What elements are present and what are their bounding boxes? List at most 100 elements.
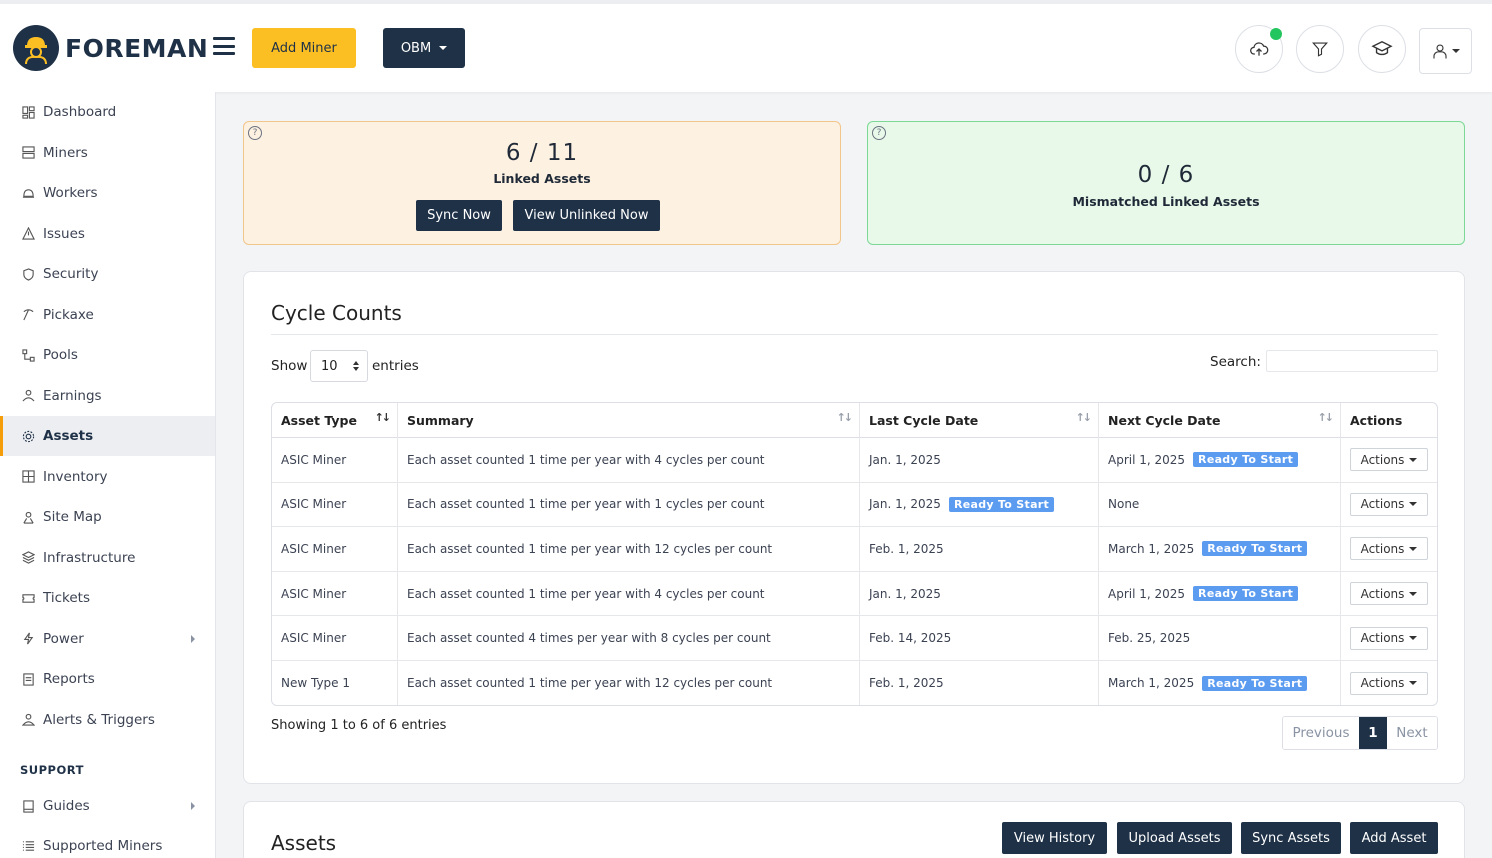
actions-dropdown-button[interactable]: Actions (1350, 626, 1428, 650)
summary-cell: Each asset counted 1 time per year with … (398, 438, 860, 482)
menu-toggle-icon[interactable] (213, 37, 235, 55)
add-asset-button[interactable]: Add Asset (1350, 822, 1438, 854)
column-next-cycle-date[interactable]: Next Cycle Date ↑↓ (1099, 403, 1341, 438)
support-heading: SUPPORT (20, 763, 84, 777)
sidebar-item-power[interactable]: Power (0, 619, 215, 659)
sidebar-item-tickets[interactable]: Tickets (0, 578, 215, 618)
actions-dropdown-button[interactable]: Actions (1350, 448, 1428, 472)
actions-label: Actions (1360, 676, 1405, 691)
search-input[interactable] (1266, 350, 1438, 372)
view-history-button[interactable]: View History (1002, 822, 1107, 854)
column-asset-type[interactable]: Asset Type ↑↓ (272, 403, 398, 438)
actions-cell: Actions (1341, 527, 1437, 571)
assets-title: Assets (271, 831, 337, 855)
column-summary[interactable]: Summary ↑↓ (398, 403, 860, 438)
actions-cell: Actions (1341, 616, 1437, 660)
linked-assets-label: Linked Assets (493, 171, 591, 186)
summary-cell: Each asset counted 1 time per year with … (398, 482, 860, 527)
add-miner-button[interactable]: Add Miner (252, 28, 356, 68)
actions-dropdown-button[interactable]: Actions (1350, 537, 1428, 561)
logo[interactable]: FOREMAN (13, 25, 208, 71)
actions-label: Actions (1360, 541, 1405, 556)
pickaxe-icon (21, 307, 36, 322)
warning-icon (21, 226, 36, 241)
page-1-button[interactable]: 1 (1359, 717, 1387, 749)
sidebar-item-label: Pools (43, 347, 78, 363)
sidebar-item-miners[interactable]: Miners (0, 133, 215, 173)
sidebar-item-pickaxe[interactable]: Pickaxe (0, 295, 215, 335)
sidebar-item-infrastructure[interactable]: Infrastructure (0, 538, 215, 578)
actions-dropdown-button[interactable]: Actions (1350, 671, 1428, 695)
sidebar-item-inventory[interactable]: Inventory (0, 457, 215, 497)
actions-cell: Actions (1341, 438, 1437, 482)
sidebar-item-issues[interactable]: Issues (0, 214, 215, 254)
bell-icon (21, 712, 36, 727)
actions-dropdown-button[interactable]: Actions (1350, 582, 1428, 606)
chevron-right-icon (191, 802, 195, 810)
cycle-counts-title: Cycle Counts (271, 301, 402, 325)
help-icon[interactable]: ? (248, 126, 262, 140)
sidebar-item-site-map[interactable]: Site Map (0, 497, 215, 537)
caret-down-icon (1409, 636, 1418, 641)
pagination: Previous 1 Next (1282, 716, 1438, 750)
sidebar-item-label: Miners (43, 144, 88, 161)
sidebar-item-assets[interactable]: Assets (0, 416, 215, 456)
user-icon (1433, 44, 1447, 59)
sync-assets-button[interactable]: Sync Assets (1241, 822, 1341, 854)
caret-down-icon (1452, 49, 1460, 53)
date-text: None (1108, 497, 1140, 512)
graduation-cap-icon (1371, 40, 1393, 56)
sidebar-item-pools[interactable]: Pools (0, 335, 215, 375)
asset-type-cell: ASIC Miner (272, 571, 398, 616)
sidebar-item-earnings[interactable]: Earnings (0, 376, 215, 416)
cycle-counts-table: Asset Type ↑↓ Summary ↑↓ Last Cycle Date… (271, 402, 1438, 706)
filter-button[interactable] (1296, 25, 1344, 73)
caret-down-icon (439, 46, 448, 50)
actions-dropdown-button[interactable]: Actions (1350, 492, 1428, 516)
last-cycle-date-cell: Feb. 14, 2025 (860, 616, 1099, 660)
obm-dropdown-button[interactable]: OBM (383, 28, 465, 68)
actions-label: Actions (1360, 497, 1405, 512)
sidebar-item-dashboard[interactable]: Dashboard (0, 92, 215, 132)
date-text: March 1, 2025 (1108, 676, 1195, 691)
table-row: ASIC Miner Each asset counted 4 times pe… (272, 616, 1437, 661)
summary-cell: Each asset counted 4 times per year with… (398, 616, 860, 660)
sidebar-item-alerts-triggers[interactable]: Alerts & Triggers (0, 700, 215, 740)
user-menu-button[interactable] (1419, 28, 1472, 74)
report-icon (21, 672, 36, 687)
view-unlinked-button[interactable]: View Unlinked Now (513, 200, 660, 231)
actions-cell: Actions (1341, 483, 1437, 527)
sync-now-button[interactable]: Sync Now (416, 200, 502, 231)
sidebar-item-label: Supported Miners (43, 838, 163, 854)
dashboard-icon (21, 105, 36, 120)
table-header: Asset Type ↑↓ Summary ↑↓ Last Cycle Date… (272, 403, 1437, 438)
asset-type-cell: ASIC Miner (272, 527, 398, 571)
sidebar-item-supported-miners[interactable]: Supported Miners (0, 826, 215, 858)
sidebar-item-label: Infrastructure (43, 549, 136, 566)
status-badge: Ready To Start (1193, 452, 1299, 468)
ticket-icon (21, 591, 36, 606)
foreman-logo-icon (13, 25, 59, 71)
hardhat-icon (21, 186, 36, 201)
pools-icon (21, 348, 36, 363)
entries-per-page-select[interactable]: 10 (310, 350, 368, 382)
layers-icon (21, 550, 36, 565)
column-label: Next Cycle Date (1108, 413, 1221, 428)
previous-page-button[interactable]: Previous (1283, 717, 1359, 749)
sidebar-item-guides[interactable]: Guides (0, 786, 215, 826)
sort-icon: ↑↓ (1075, 411, 1093, 424)
summary-cell: Each asset counted 1 time per year with … (398, 527, 860, 571)
sidebar-item-reports[interactable]: Reports (0, 659, 215, 699)
upload-assets-button[interactable]: Upload Assets (1117, 822, 1232, 854)
column-last-cycle-date[interactable]: Last Cycle Date ↑↓ (860, 403, 1099, 438)
status-badge: Ready To Start (1202, 541, 1308, 557)
help-icon[interactable]: ? (872, 126, 886, 140)
training-button[interactable] (1358, 25, 1406, 73)
next-page-button[interactable]: Next (1387, 717, 1437, 749)
sort-icon: ↑↓ (836, 411, 854, 424)
sidebar-item-security[interactable]: Security (0, 254, 215, 294)
upload-cloud-icon (1250, 42, 1269, 56)
sidebar-item-workers[interactable]: Workers (0, 173, 215, 213)
next-cycle-date-cell: April 1, 2025 Ready To Start (1099, 438, 1341, 482)
obm-label: OBM (400, 40, 432, 56)
